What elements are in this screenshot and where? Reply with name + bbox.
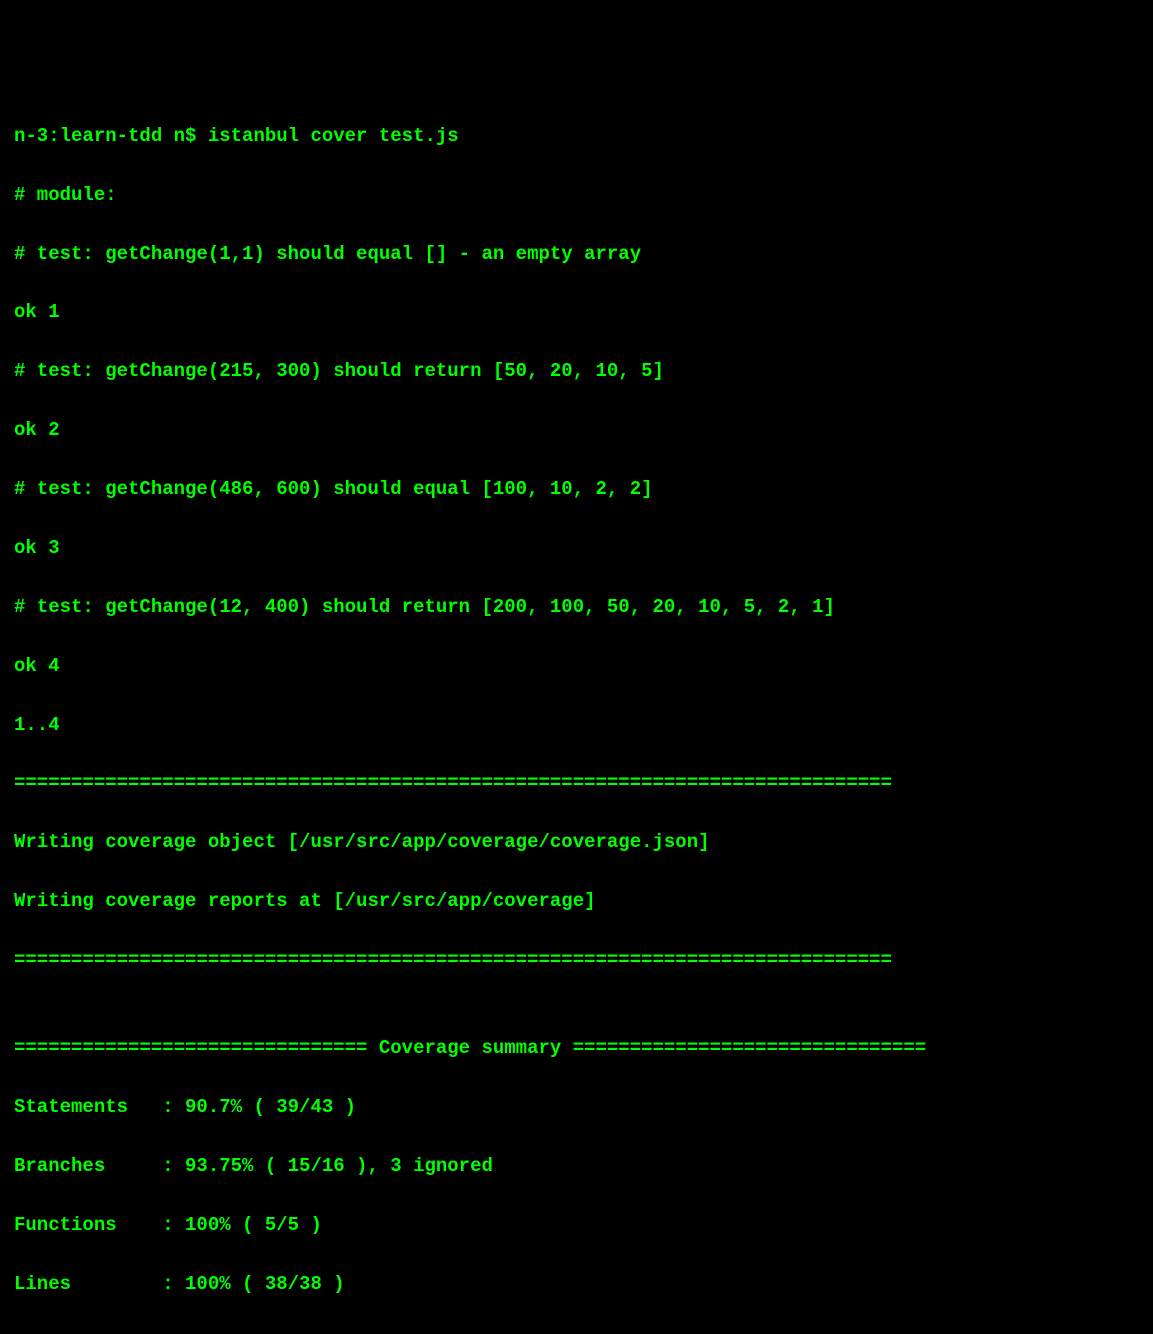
terminal-separator-line: ========================================… — [14, 946, 1139, 975]
terminal-output-line: # test: getChange(486, 600) should equal… — [14, 475, 1139, 504]
terminal-output-line: Writing coverage object [/usr/src/app/co… — [14, 828, 1139, 857]
terminal-output-line: # module: — [14, 181, 1139, 210]
terminal-output-line: Writing coverage reports at [/usr/src/ap… — [14, 887, 1139, 916]
terminal-separator-line: ========================================… — [14, 1329, 1139, 1334]
terminal-output-line: ok 1 — [14, 298, 1139, 327]
terminal-coverage-header: =============================== Coverage… — [14, 1034, 1139, 1063]
terminal-coverage-branches: Branches : 93.75% ( 15/16 ), 3 ignored — [14, 1152, 1139, 1181]
terminal-output-line: # test: getChange(1,1) should equal [] -… — [14, 240, 1139, 269]
terminal-output-line: ok 2 — [14, 416, 1139, 445]
terminal-coverage-statements: Statements : 90.7% ( 39/43 ) — [14, 1093, 1139, 1122]
terminal-output-line: # test: getChange(215, 300) should retur… — [14, 357, 1139, 386]
terminal-coverage-lines: Lines : 100% ( 38/38 ) — [14, 1270, 1139, 1299]
terminal-output-line: ok 3 — [14, 534, 1139, 563]
terminal-prompt-line: n-3:learn-tdd n$ istanbul cover test.js — [14, 122, 1139, 151]
terminal-output-line: ok 4 — [14, 652, 1139, 681]
terminal-output-line: # test: getChange(12, 400) should return… — [14, 593, 1139, 622]
terminal-separator-line: ========================================… — [14, 769, 1139, 798]
terminal-output-line: 1..4 — [14, 711, 1139, 740]
terminal-coverage-functions: Functions : 100% ( 5/5 ) — [14, 1211, 1139, 1240]
